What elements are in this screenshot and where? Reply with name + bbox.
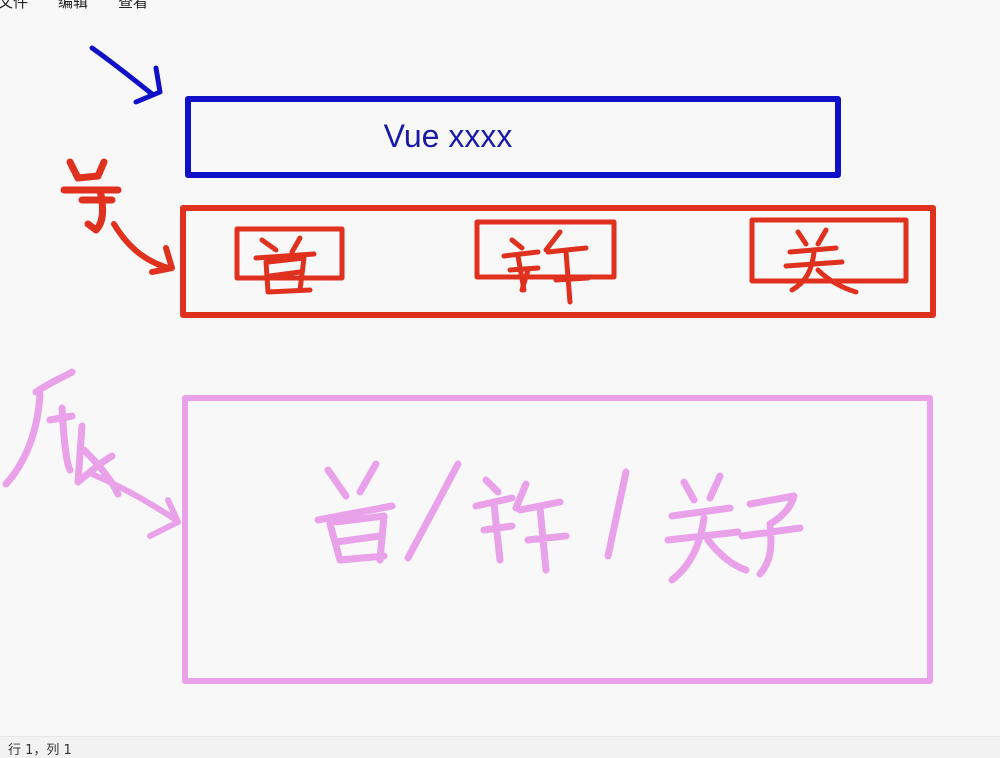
nav-annotation xyxy=(60,158,936,318)
pink-arrow-icon xyxy=(89,471,181,539)
drawing-canvas[interactable]: Vue xxxx xyxy=(0,14,1000,736)
red-arrow-icon xyxy=(111,221,175,275)
blue-arrow-icon xyxy=(89,45,163,105)
header-box-text: Vue xxxx xyxy=(384,118,513,154)
cursor-position: 行 1，列 1 xyxy=(8,743,72,758)
header-annotation xyxy=(89,45,841,178)
ink-layer: Vue xxxx xyxy=(2,45,936,684)
status-bar: 行 1，列 1 xyxy=(0,736,1000,758)
header-box xyxy=(185,96,841,178)
notepad-window: 文件 编辑 查看 Vue xxxx 行 1，列 1 xyxy=(0,0,1000,758)
red-handwritten-label xyxy=(60,158,122,234)
display-annotation xyxy=(2,368,933,684)
display-text-handwriting xyxy=(314,460,804,584)
nav-item-1-handwriting xyxy=(253,235,317,295)
nav-item-2-handwriting xyxy=(501,229,591,305)
